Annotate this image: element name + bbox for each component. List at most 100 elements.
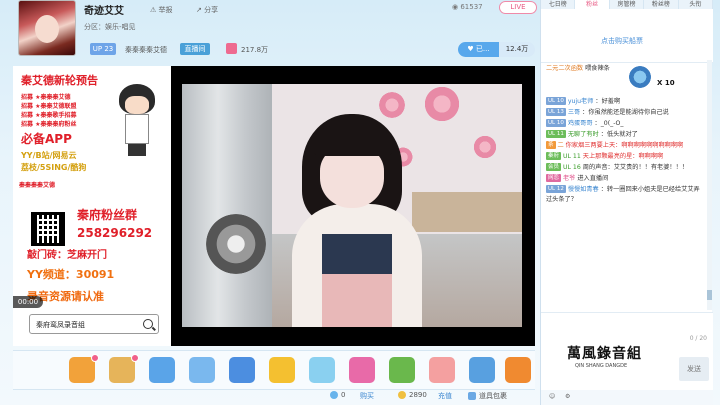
promo-item: 招募 ★秦秦秦府粉丝 [21, 121, 77, 128]
tab-4[interactable]: 头衔 [679, 0, 714, 9]
gift-icon-4[interactable] [189, 357, 215, 383]
room-header: 奇迹艾艾 ⚠ 举报 ↗ 分享 分区：娱乐-唱见 ◉ 61537 LIVE UP … [8, 0, 537, 62]
gift-icon-12[interactable] [505, 357, 531, 383]
chat-scrollbar-thumb[interactable] [707, 290, 712, 300]
chat-scrollbar[interactable] [707, 60, 712, 310]
rank-area: 点击购买船票 [541, 9, 713, 63]
follow-count: 12.4万 [499, 42, 535, 57]
user-level-badge: 茶 [546, 141, 556, 149]
chat-username[interactable]: 无聊了有时 [568, 131, 599, 138]
microphone [206, 214, 266, 274]
chat-username[interactable]: 慢慢如青春 [568, 186, 599, 193]
live-video[interactable] [182, 84, 522, 327]
fan-club-name[interactable]: 秦秦秦秦艾德 [125, 45, 167, 55]
user-level-badge: UL 10 [546, 119, 566, 127]
coin-icon [330, 391, 338, 399]
send-button[interactable]: 发送 [679, 357, 709, 381]
chat-input-area[interactable]: 萬風錄音組 QIN SHANG DANGDE 0 / 20 发送 [541, 312, 713, 390]
promo-title: 秦艾德新轮预告 [21, 74, 98, 87]
chat-username[interactable]: 老爷 [563, 175, 575, 182]
chat-username[interactable]: UL 11 [563, 153, 581, 160]
follow-button[interactable]: ♥ 已... [458, 42, 499, 57]
stream-timer: 00:00 [13, 296, 43, 308]
chat-username[interactable]: 鸡蛋哥哥 [568, 120, 593, 127]
tab-2[interactable]: 房管榜 [610, 0, 645, 9]
user-level-badge: 会员 [546, 163, 562, 171]
props-bag-link[interactable]: 道具包裹 [468, 391, 507, 401]
settings-icon[interactable]: ⚙ [565, 393, 570, 400]
qr-code [31, 212, 65, 246]
user-level-badge: 秦府 [546, 152, 562, 160]
gift-bar [13, 350, 535, 390]
user-level-badge: UL 12 [546, 185, 566, 193]
chat-list: 二元二次函数 喂食辣条 X 10 UL 10 yuju老师 ：好羞啊 UL 13 三哥… [541, 64, 708, 312]
chat-text: ：_0(_-O_ [594, 120, 624, 127]
fans-count: 217.8万 [241, 46, 269, 54]
chat-footer: ☺ ⚙ [541, 390, 713, 405]
chat-username[interactable]: 三哥 [568, 109, 580, 116]
buy-ticket-link[interactable]: 点击购买船票 [601, 36, 643, 46]
recharge-link[interactable]: 充值 [438, 391, 452, 401]
chat-username[interactable]: yuju老师 [568, 98, 594, 105]
promo-yy-channel: YY频道：30091 [27, 268, 115, 281]
user-level-badge: UL 13 [546, 108, 566, 116]
chat-text: 进入直播间 [577, 175, 609, 182]
gift-icon-6[interactable] [269, 357, 295, 383]
tab-3[interactable]: 粉丝榜 [644, 0, 679, 9]
gift-icon-3[interactable] [149, 357, 175, 383]
gold-count: 2890 [409, 391, 427, 399]
search-icon [143, 319, 153, 329]
coin-balance: 0 [330, 391, 345, 399]
live-badge: LIVE [499, 1, 537, 14]
user-level-badge: UL 10 [546, 97, 566, 105]
chat-message: UL 12 慢慢如青春 ：转一圈回来小姐夫是已经给艾艾弄过头条了？ [541, 185, 708, 205]
gift-icon-5[interactable] [229, 357, 255, 383]
gift-icon [629, 66, 651, 88]
side-panel: 七日榜 粉丝 房管榜 粉丝榜 头衔 点击购买船票 二元二次函数 喂食辣条 X 10… [540, 0, 714, 405]
gift-icon-8[interactable] [349, 357, 375, 383]
chat-text: 周的声音：艾艾贵的！！有老婆！！！ [582, 164, 688, 171]
panel-tabs: 七日榜 粉丝 房管榜 粉丝榜 头衔 [541, 0, 714, 9]
char-counter: 0 / 20 [689, 335, 707, 342]
anchor-name[interactable]: 奇迹艾艾 [84, 2, 124, 17]
share-label: 分享 [204, 6, 219, 14]
gift-icon-9[interactable] [389, 357, 415, 383]
tab-1[interactable]: 粉丝 [575, 0, 610, 9]
view-count: ◉ 61537 [452, 3, 483, 11]
promo-app-title: 必备APP [21, 132, 72, 146]
chat-username[interactable]: 二元二次函数 [546, 65, 583, 72]
gift-icon-11[interactable] [469, 357, 495, 383]
gold-icon [398, 391, 406, 399]
fan-club-badge[interactable]: 直播间 [180, 43, 210, 55]
promo-item: 招募 ★秦秦歌手招募 [21, 112, 77, 119]
chat-username[interactable]: 二 [557, 142, 563, 149]
chat-message: UL 10 yuju老师 ：好羞啊 [541, 97, 708, 107]
bag-icon [468, 392, 476, 400]
share-link[interactable]: ↗ 分享 [196, 5, 218, 15]
chat-username[interactable]: UL 16 [563, 164, 581, 171]
gift-icon-1[interactable] [69, 354, 99, 383]
heart-icon: ♥ [467, 45, 476, 53]
gift-icon-10[interactable] [429, 357, 455, 383]
promo-motto: 敲门砖：芝麻开门 [27, 250, 107, 261]
chat-message: 会员 UL 16 周的声音：艾艾贵的！！有老婆！！！ [541, 163, 708, 173]
chat-message: 茶 二 你家烟三两要上天：啊啊啊啊啊啊啊啊啊啊 [541, 141, 708, 151]
live-stage: 秦艾德新轮预告 招募 ★秦秦秦艾德 招募 ★秦秦艾德联盟 招募 ★秦秦歌手招募 … [13, 66, 535, 346]
gold-balance: 2890 [398, 391, 427, 399]
gift-icon-7[interactable] [309, 357, 335, 383]
chat-text: ：低头就对了 [600, 131, 638, 138]
buy-link[interactable]: 购买 [360, 391, 374, 401]
follow-label: 已... [475, 45, 490, 53]
promo-item: 招募 ★秦秦秦艾德 [21, 94, 71, 101]
fans-icon [226, 43, 237, 54]
promo-search-box: 秦府鸾凤录音组 [29, 314, 159, 334]
emoji-icon[interactable]: ☺ [549, 393, 555, 400]
anchor-avatar[interactable] [18, 0, 76, 56]
gift-icon-2[interactable] [109, 354, 139, 383]
coin-count: 0 [341, 391, 346, 399]
promo-platforms-2: 荔枝/5SING/酷狗 [21, 163, 87, 172]
tab-0[interactable]: 七日榜 [541, 0, 576, 9]
category-label[interactable]: 分区：娱乐-唱见 [84, 22, 136, 32]
report-link[interactable]: ⚠ 举报 [150, 5, 173, 15]
chat-text: 天上那颗最亮的星：啊啊啊啊 [582, 153, 664, 160]
